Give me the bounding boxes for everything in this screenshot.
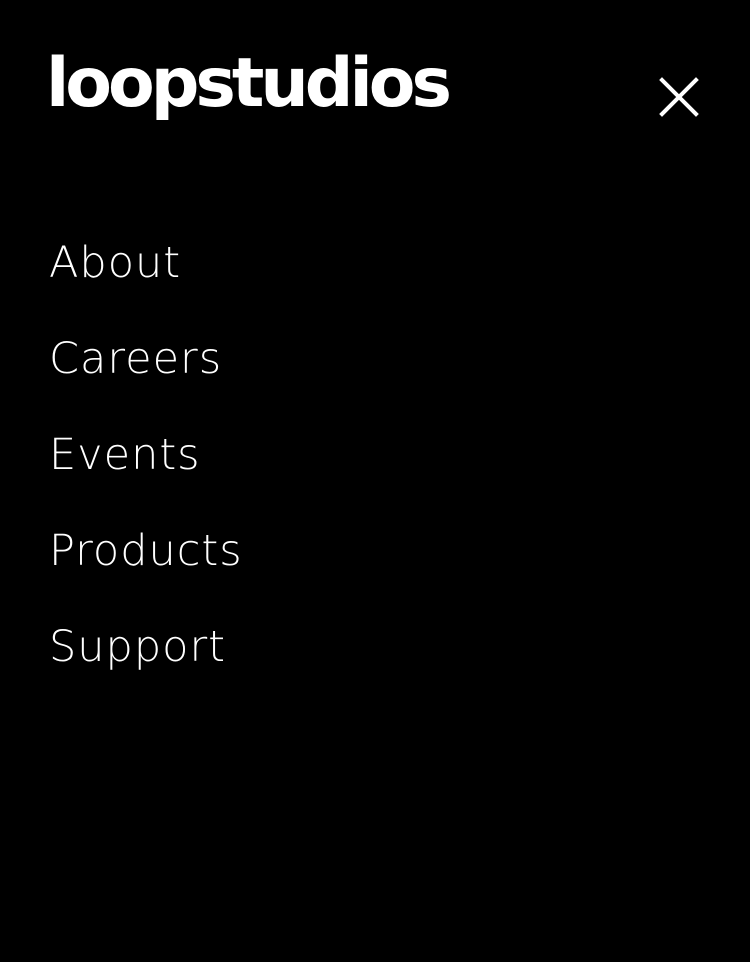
close-icon xyxy=(659,77,699,117)
close-menu-button[interactable] xyxy=(654,72,704,122)
nav-link-products[interactable]: Products xyxy=(49,514,243,588)
nav-item-events: Events xyxy=(49,418,699,514)
brand-logo[interactable]: loopstudios xyxy=(46,40,452,128)
navigation-list: About Careers Events Products Support xyxy=(49,226,699,706)
nav-link-support[interactable]: Support xyxy=(49,610,226,684)
nav-item-careers: Careers xyxy=(49,322,699,418)
nav-link-careers[interactable]: Careers xyxy=(49,322,222,396)
nav-item-about: About xyxy=(49,226,699,322)
nav-item-products: Products xyxy=(49,514,699,610)
nav-item-support: Support xyxy=(49,610,699,706)
nav-link-events[interactable]: Events xyxy=(49,418,201,492)
nav-link-about[interactable]: About xyxy=(49,226,181,300)
mobile-menu-header: loopstudios xyxy=(0,0,750,160)
